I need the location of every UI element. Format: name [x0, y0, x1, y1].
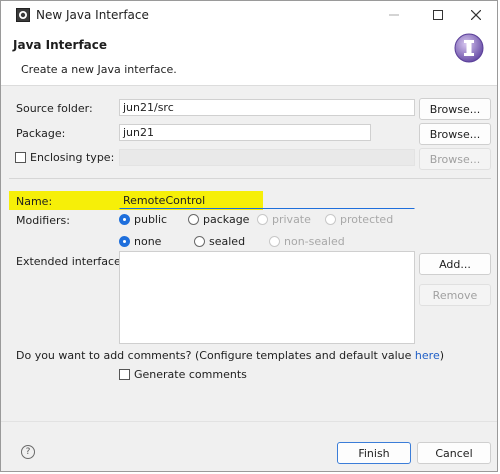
sealing-none-label: none [134, 235, 162, 248]
close-icon [471, 10, 481, 20]
sealing-sealed-label: sealed [209, 235, 246, 248]
cancel-button[interactable]: Cancel [417, 442, 491, 464]
sealing-none-radio[interactable]: none [119, 235, 161, 248]
enclosing-type-browse-button: Browse... [419, 148, 491, 170]
remove-interface-button: Remove [419, 284, 491, 306]
finish-button[interactable]: Finish [337, 442, 411, 464]
window-title: New Java Interface [36, 8, 149, 22]
modifier-protected-label: protected [340, 213, 394, 226]
source-folder-browse-button[interactable]: Browse... [419, 98, 491, 120]
wizard-description: Create a new Java interface. [21, 63, 177, 76]
extended-interfaces-label: Extended interfaces: [16, 255, 131, 268]
configure-templates-link[interactable]: here [415, 349, 440, 362]
modifiers-label: Modifiers: [16, 214, 70, 227]
comments-question-prefix: Do you want to add comments? (Configure … [16, 349, 415, 362]
modifier-private-label: private [272, 213, 311, 226]
radio-dot[interactable] [188, 214, 199, 225]
generate-comments-checkbox-box[interactable] [119, 369, 130, 380]
enclosing-type-input [119, 149, 415, 166]
comments-question: Do you want to add comments? (Configure … [16, 349, 444, 362]
radio-dot [269, 236, 280, 247]
enclosing-type-checkbox-box[interactable] [15, 152, 26, 163]
sealing-non-sealed-radio: non-sealed [269, 235, 345, 248]
package-label: Package: [16, 127, 66, 140]
maximize-icon [433, 10, 443, 20]
title-bar: New Java Interface [1, 1, 497, 29]
interface-badge-icon [454, 33, 484, 63]
generate-comments-checkbox[interactable]: Generate comments [119, 368, 247, 381]
help-icon[interactable]: ? [21, 445, 35, 459]
modifier-protected-radio: protected [325, 213, 393, 226]
radio-dot[interactable] [194, 236, 205, 247]
name-label: Name: [16, 195, 53, 208]
source-folder-label: Source folder: [16, 102, 93, 115]
modifier-public-label: public [134, 213, 168, 226]
modifier-public-radio[interactable]: public [119, 213, 167, 226]
package-browse-button[interactable]: Browse... [419, 123, 491, 145]
close-button[interactable] [461, 4, 491, 26]
minimize-button[interactable] [379, 4, 409, 26]
separator [9, 178, 491, 179]
radio-dot [325, 214, 336, 225]
minimize-icon [389, 14, 399, 16]
footer-separator [1, 421, 497, 422]
sealing-non-sealed-label: non-sealed [284, 235, 345, 248]
radio-dot[interactable] [119, 236, 130, 247]
modifier-package-label: package [203, 213, 250, 226]
modifier-private-radio: private [257, 213, 311, 226]
maximize-button[interactable] [423, 4, 453, 26]
name-input[interactable]: RemoteControl [119, 192, 415, 209]
radio-dot [257, 214, 268, 225]
add-interface-button[interactable]: Add... [419, 253, 491, 275]
package-input[interactable]: jun21 [119, 124, 371, 141]
radio-dot[interactable] [119, 214, 130, 225]
sealing-sealed-radio[interactable]: sealed [194, 235, 245, 248]
new-java-interface-dialog: New Java Interface Java Interface Create… [0, 0, 498, 472]
generate-comments-label: Generate comments [134, 368, 247, 381]
modifier-package-radio[interactable]: package [188, 213, 249, 226]
source-folder-input[interactable]: jun21/src [119, 99, 415, 116]
eclipse-app-icon [16, 8, 30, 22]
extended-interfaces-list[interactable] [119, 251, 415, 344]
enclosing-type-checkbox[interactable]: Enclosing type: [15, 151, 114, 164]
enclosing-type-label: Enclosing type: [30, 151, 115, 164]
wizard-header: Java Interface Create a new Java interfa… [1, 29, 497, 86]
wizard-title: Java Interface [13, 38, 108, 52]
comments-question-suffix: ) [439, 349, 445, 362]
